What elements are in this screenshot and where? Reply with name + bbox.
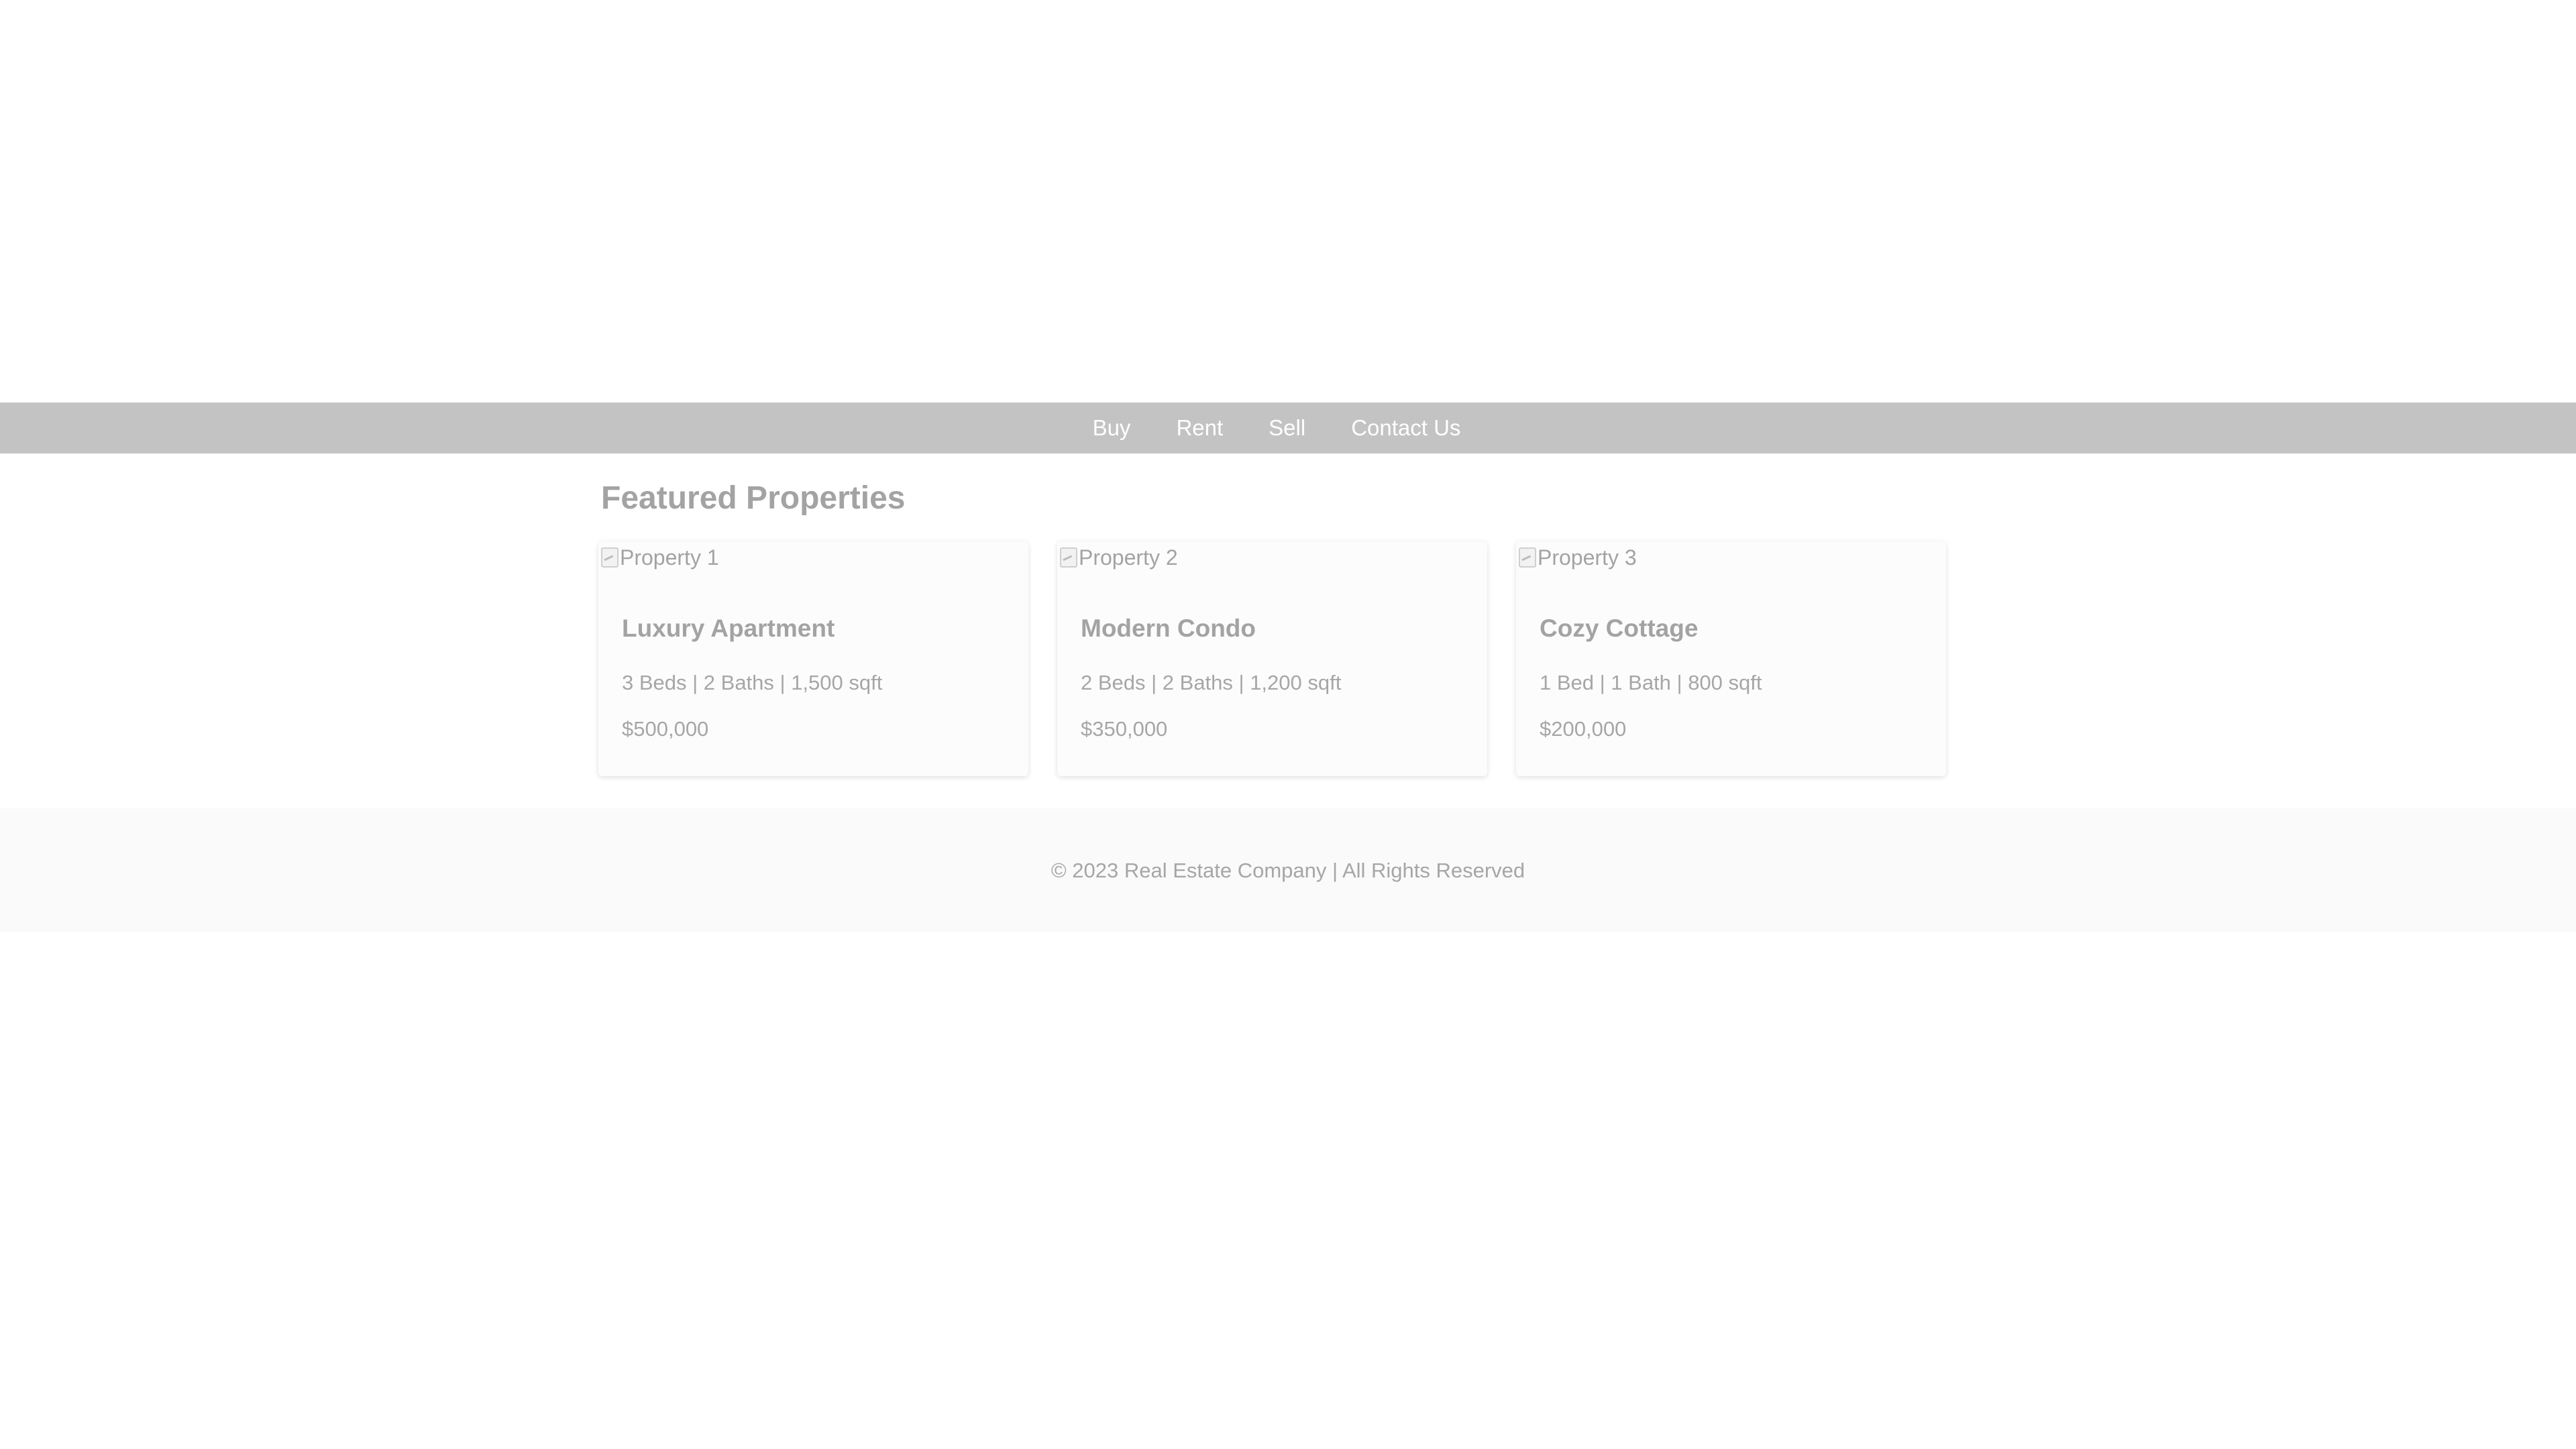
section-title: Featured Properties — [601, 480, 906, 516]
footer: © 2023 Real Estate Company | All Rights … — [0, 808, 2576, 932]
nav-link-buy[interactable]: Buy — [1070, 402, 1154, 453]
nav-link-sell[interactable]: Sell — [1246, 402, 1328, 453]
featured-properties-section: Featured Properties Property 1 Luxury Ap… — [597, 453, 1952, 776]
broken-image-icon — [601, 547, 619, 568]
main-navbar: Buy Rent Sell Contact Us — [0, 402, 2576, 453]
broken-image-icon — [1060, 547, 1077, 568]
property-card[interactable]: Property 3 Cozy Cottage 1 Bed | 1 Bath |… — [1516, 541, 1946, 776]
property-image: Property 3 — [1519, 545, 1637, 570]
property-price: $350,000 — [1081, 717, 1168, 741]
property-image: Property 2 — [1060, 545, 1178, 570]
property-details: 3 Beds | 2 Baths | 1,500 sqft — [622, 671, 883, 694]
property-title: Modern Condo — [1081, 614, 1256, 642]
property-details: 2 Beds | 2 Baths | 1,200 sqft — [1081, 671, 1342, 694]
footer-copyright: © 2023 Real Estate Company | All Rights … — [1051, 858, 1525, 882]
property-card[interactable]: Property 1 Luxury Apartment 3 Beds | 2 B… — [598, 541, 1028, 776]
property-price: $500,000 — [622, 717, 709, 741]
property-image-alt: Property 2 — [1079, 545, 1178, 570]
property-card-list: Property 1 Luxury Apartment 3 Beds | 2 B… — [598, 541, 1946, 776]
property-image-alt: Property 1 — [620, 545, 719, 570]
property-image: Property 1 — [601, 545, 719, 570]
nav-link-contact-us[interactable]: Contact Us — [1328, 402, 1483, 453]
nav-link-rent[interactable]: Rent — [1153, 402, 1246, 453]
broken-image-icon — [1519, 547, 1536, 568]
property-title: Cozy Cottage — [1540, 614, 1699, 642]
property-details: 1 Bed | 1 Bath | 800 sqft — [1540, 671, 1762, 694]
page: Buy Rent Sell Contact Us Featured Proper… — [0, 0, 2576, 1449]
property-price: $200,000 — [1540, 717, 1627, 741]
property-card[interactable]: Property 2 Modern Condo 2 Beds | 2 Baths… — [1057, 541, 1487, 776]
hero-area — [0, 0, 2576, 402]
property-title: Luxury Apartment — [622, 614, 835, 642]
property-image-alt: Property 3 — [1538, 545, 1637, 570]
